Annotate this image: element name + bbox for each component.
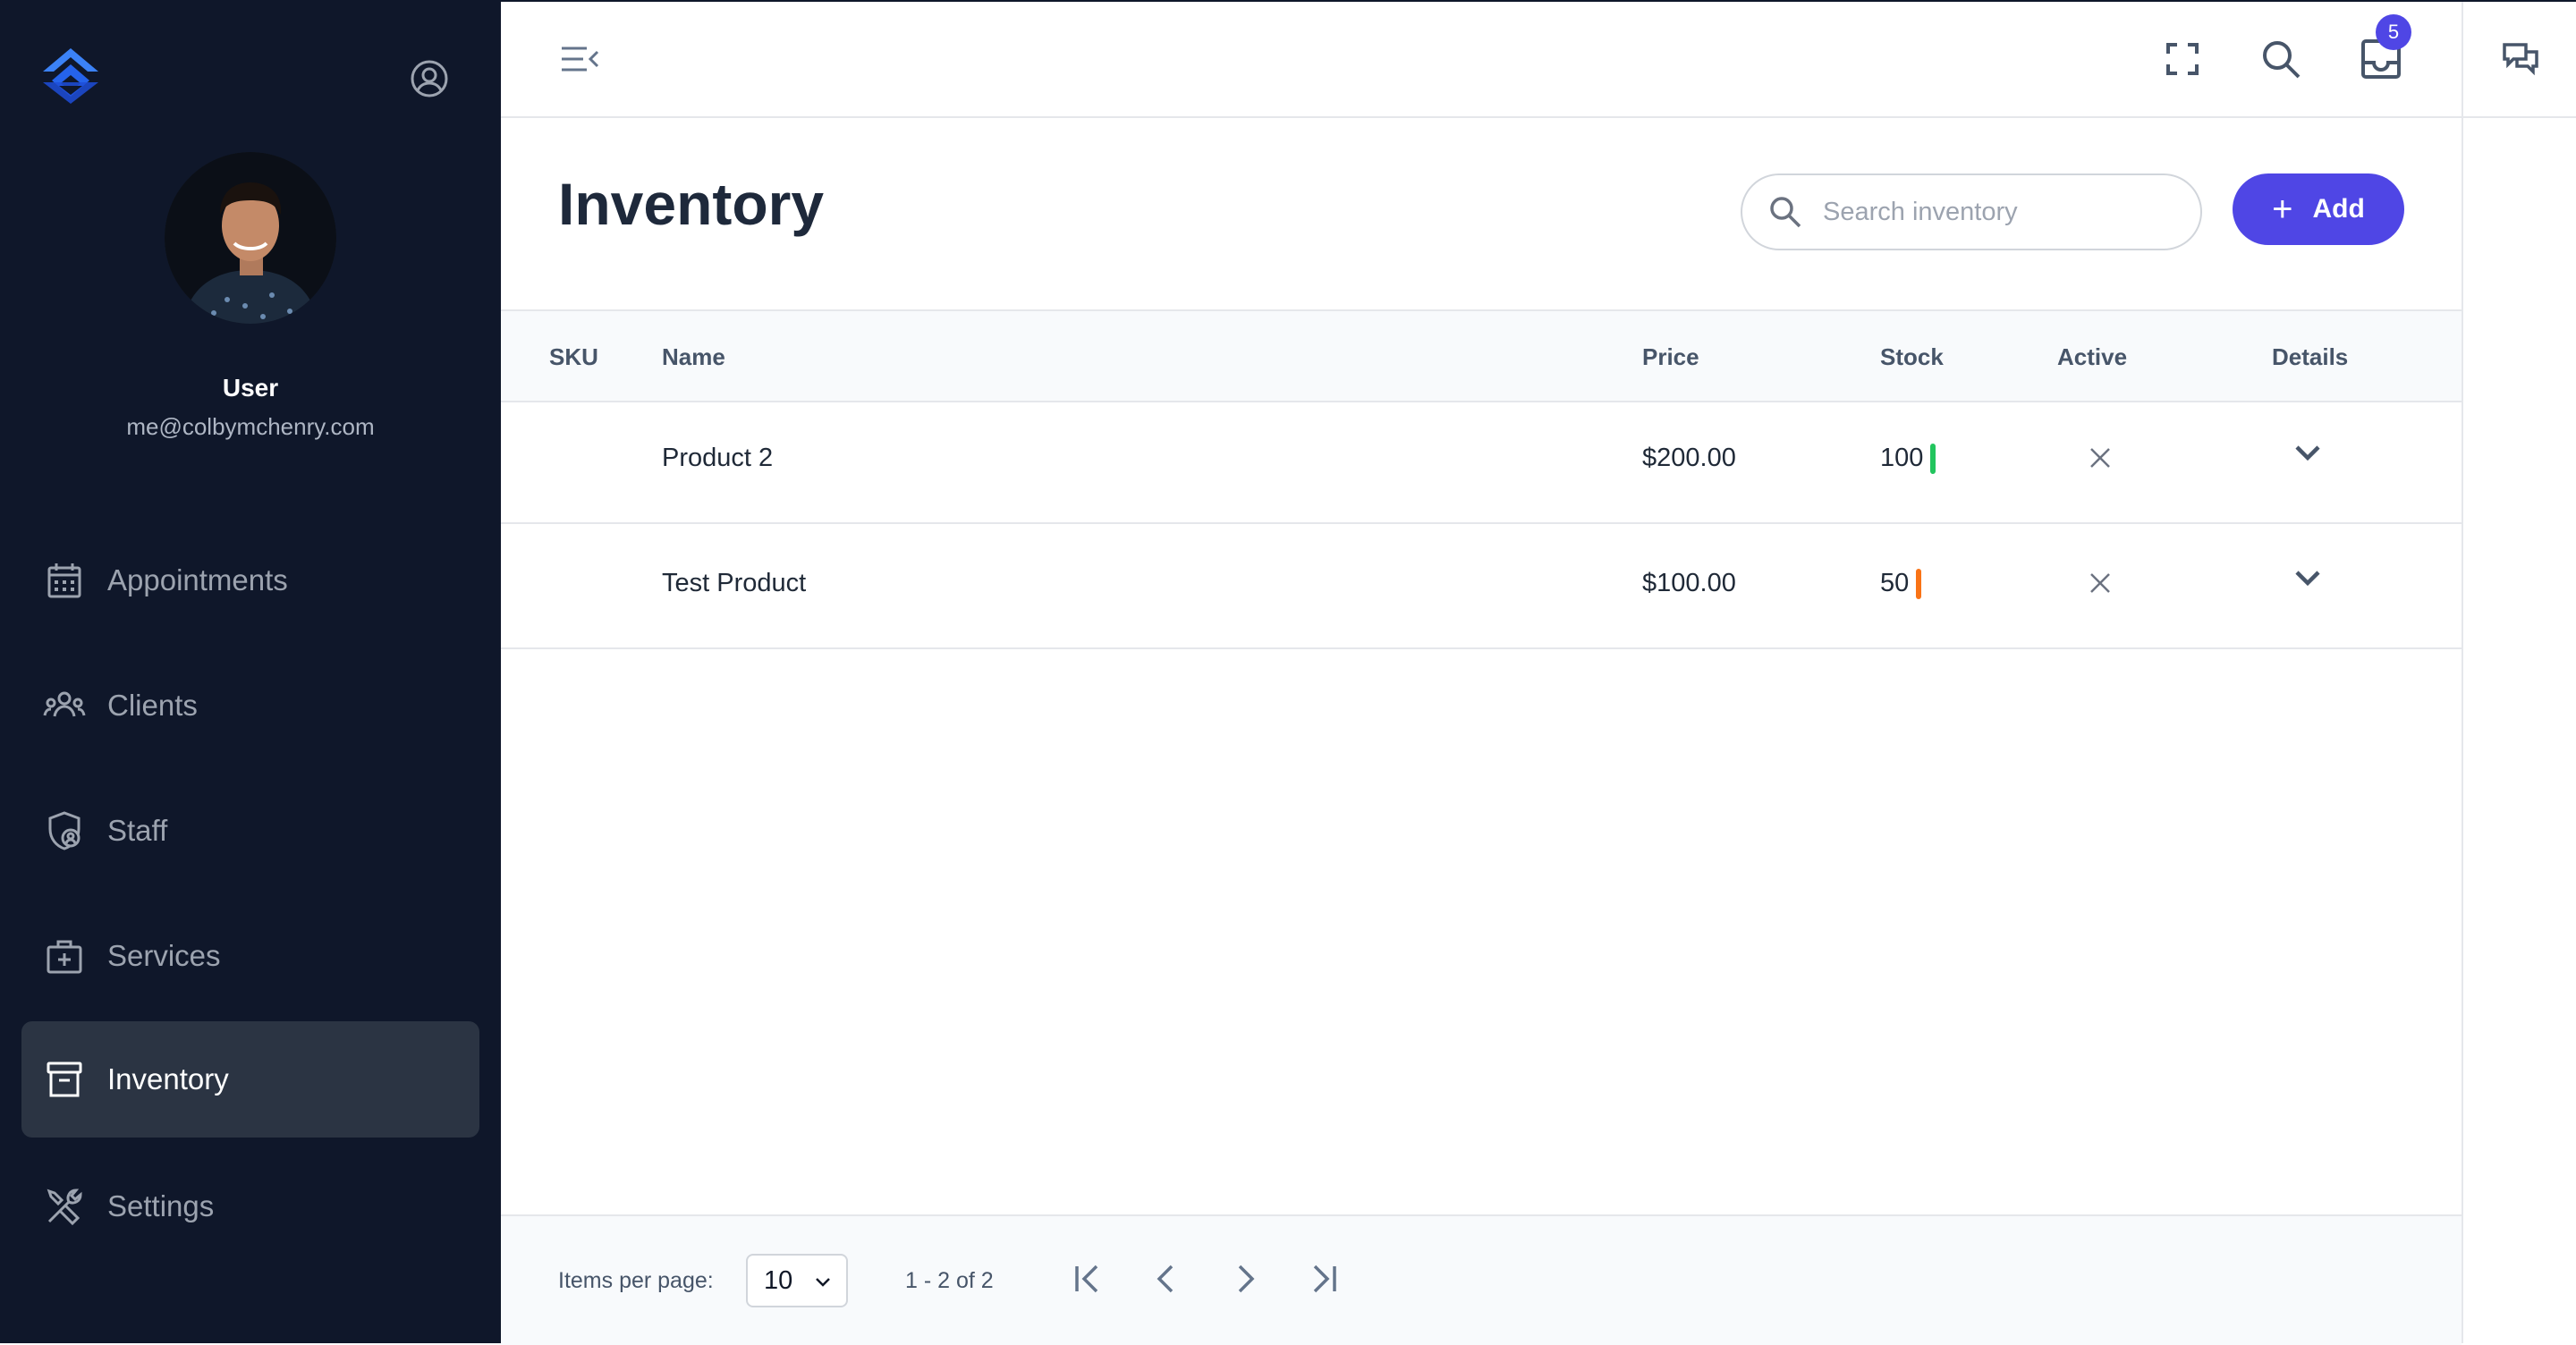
fullscreen-icon[interactable] xyxy=(2157,34,2207,84)
user-name: User xyxy=(222,374,279,402)
search-icon[interactable] xyxy=(2256,34,2306,84)
search-field[interactable] xyxy=(1741,173,2202,250)
table-header: SKU Name Price Stock Active Details xyxy=(501,309,2462,402)
stock-level-indicator xyxy=(1930,444,1936,475)
last-page-icon[interactable] xyxy=(1302,1257,1345,1300)
user-email: me@colbymchenry.com xyxy=(126,413,375,440)
column-header-stock[interactable]: Stock xyxy=(1880,343,1944,371)
sidebar-item-settings[interactable]: Settings xyxy=(21,1148,479,1265)
tools-icon xyxy=(43,1185,86,1228)
add-button[interactable]: + Add xyxy=(2233,173,2404,245)
name-cell: Product 2 xyxy=(662,444,774,472)
shield-user-icon xyxy=(43,809,86,852)
sidebar: User me@colbymchenry.com Appointments Cl… xyxy=(0,2,501,1343)
search-input[interactable] xyxy=(1821,196,2165,228)
add-button-label: Add xyxy=(2312,194,2365,224)
top-bar xyxy=(501,2,2462,118)
menu-collapse-icon[interactable] xyxy=(555,34,605,84)
medical-bag-icon xyxy=(43,935,86,977)
stock-value: 100 xyxy=(1880,444,1924,472)
sidebar-item-services[interactable]: Services xyxy=(21,898,479,1014)
sidebar-item-label: Settings xyxy=(107,1189,215,1222)
items-per-page-value: 10 xyxy=(764,1265,793,1295)
notification-badge: 5 xyxy=(2376,14,2411,50)
column-header-price[interactable]: Price xyxy=(1642,343,1699,371)
archive-box-icon xyxy=(43,1058,86,1101)
name-cell: Test Product xyxy=(662,569,807,597)
expand-details-chevron-icon[interactable] xyxy=(2292,562,2324,594)
page-title: Inventory xyxy=(558,171,825,237)
rail-header xyxy=(2463,2,2576,118)
sidebar-item-label: Staff xyxy=(107,814,168,847)
items-per-page-label: Items per page: xyxy=(558,1268,714,1293)
sidebar-item-label: Clients xyxy=(107,689,198,722)
plus-icon: + xyxy=(2272,190,2293,229)
column-header-details[interactable]: Details xyxy=(2272,343,2348,371)
items-per-page-select[interactable]: 10 xyxy=(746,1254,848,1307)
first-page-icon[interactable] xyxy=(1066,1257,1109,1300)
chevron-down-icon xyxy=(812,1270,834,1291)
sidebar-item-label: Inventory xyxy=(107,1062,229,1095)
user-circle-icon[interactable] xyxy=(408,57,451,100)
next-page-icon[interactable] xyxy=(1224,1257,1267,1300)
page-range-label: 1 - 2 of 2 xyxy=(905,1268,994,1293)
inactive-x-icon xyxy=(2086,569,2114,597)
sidebar-item-inventory[interactable]: Inventory xyxy=(21,1021,479,1138)
stock-value: 50 xyxy=(1880,569,1910,597)
sidebar-item-appointments[interactable]: Appointments xyxy=(21,522,479,639)
stock-cell: 100 xyxy=(1880,444,1936,475)
table-row[interactable]: Test Product $100.00 50 xyxy=(501,524,2462,649)
paginator: Items per page: 10 1 - 2 of 2 xyxy=(501,1214,2462,1345)
table-row[interactable]: Product 2 $200.00 100 xyxy=(501,399,2462,524)
search-icon xyxy=(1766,192,1805,232)
stock-level-indicator xyxy=(1916,569,1922,600)
sidebar-item-staff[interactable]: Staff xyxy=(21,773,479,889)
calendar-icon xyxy=(43,559,86,602)
column-header-sku[interactable]: SKU xyxy=(549,343,598,371)
app-logo-icon[interactable] xyxy=(41,47,100,106)
inactive-x-icon xyxy=(2086,444,2114,472)
previous-page-icon[interactable] xyxy=(1145,1257,1188,1300)
avatar xyxy=(165,152,336,324)
stock-cell: 50 xyxy=(1880,569,1922,600)
price-cell: $100.00 xyxy=(1642,569,1736,597)
price-cell: $200.00 xyxy=(1642,444,1736,472)
sidebar-item-clients[interactable]: Clients xyxy=(21,647,479,764)
column-header-name[interactable]: Name xyxy=(662,343,725,371)
column-header-active[interactable]: Active xyxy=(2057,343,2127,371)
sidebar-item-label: Appointments xyxy=(107,563,288,596)
sidebar-item-label: Services xyxy=(107,939,221,972)
users-icon xyxy=(43,684,86,727)
expand-details-chevron-icon[interactable] xyxy=(2292,436,2324,469)
right-rail xyxy=(2462,2,2576,1343)
chat-icon[interactable] xyxy=(2496,34,2546,84)
